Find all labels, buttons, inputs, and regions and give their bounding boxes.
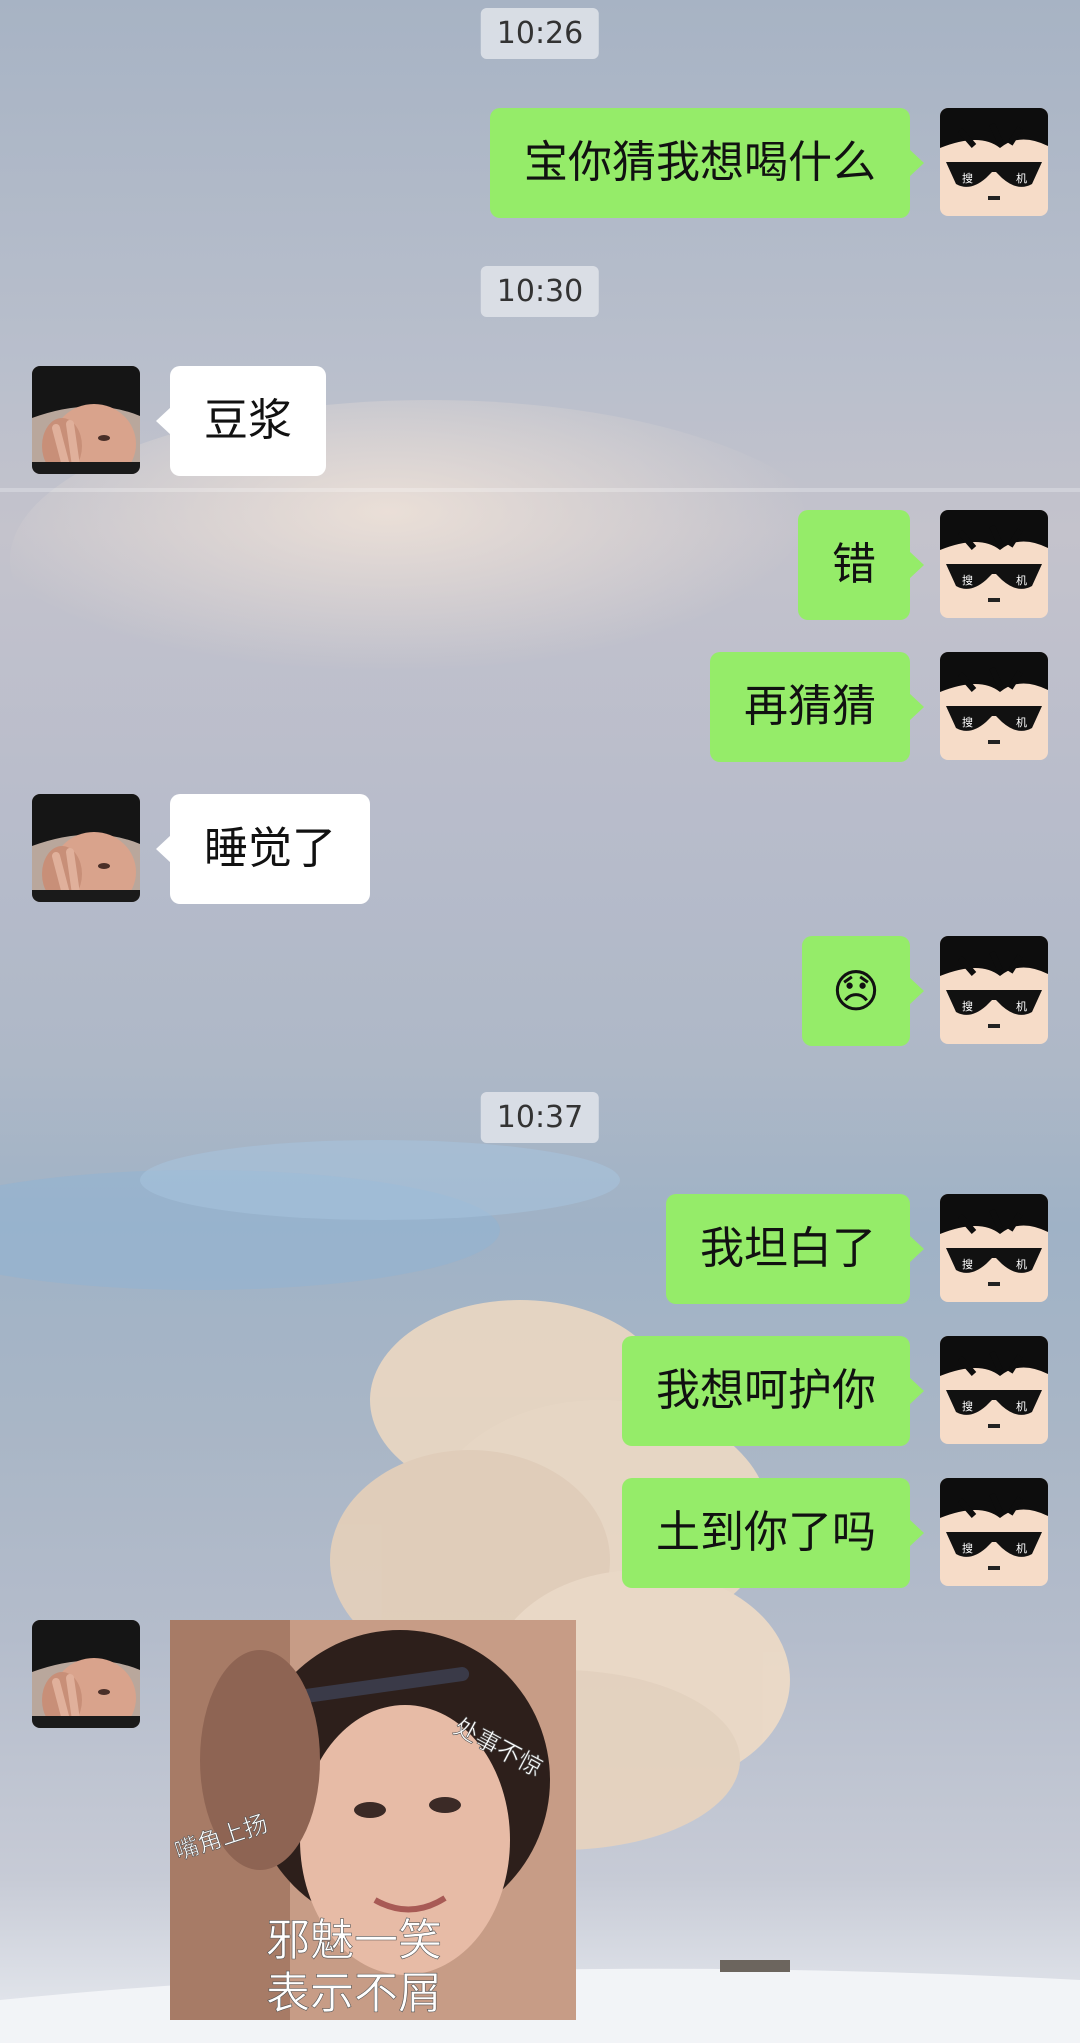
sent-message-bubble[interactable]: 我坦白了 (666, 1194, 924, 1304)
sent-message-bubble[interactable]: 再猜猜 (710, 652, 924, 762)
my-avatar[interactable] (940, 1336, 1048, 1444)
received-message-bubble[interactable]: 豆浆 (156, 366, 326, 476)
received-message-bubble[interactable]: 睡觉了 (156, 794, 370, 904)
my-avatar[interactable] (940, 652, 1048, 760)
sent-message-bubble[interactable]: 我想呵护你 (622, 1336, 924, 1446)
friend-avatar[interactable] (32, 366, 140, 474)
friend-avatar[interactable] (32, 1620, 140, 1728)
sent-message-bubble[interactable]: 错 (798, 510, 924, 620)
timestamp: 10:37 (480, 1092, 600, 1143)
sent-message-bubble[interactable]: 土到你了吗 (622, 1478, 924, 1588)
my-avatar[interactable] (940, 936, 1048, 1044)
my-avatar[interactable] (940, 1194, 1048, 1302)
sad-face-emoji: 😞 (832, 964, 880, 1018)
screenshot-seam (0, 488, 1080, 492)
sticker-caption-line2: 表示不屑 (266, 1968, 442, 2019)
my-avatar[interactable] (940, 1478, 1048, 1586)
my-avatar[interactable] (940, 108, 1048, 216)
sent-message-bubble[interactable]: 😞 (802, 936, 924, 1046)
sent-message-bubble[interactable]: 宝你猜我想喝什么 (490, 108, 924, 218)
my-avatar[interactable] (940, 510, 1048, 618)
timestamp: 10:26 (480, 8, 600, 59)
timestamp: 10:30 (480, 266, 600, 317)
meme-sticker-image[interactable]: 处事不惊 嘴角上扬 邪魅一笑 表示不屑 (170, 1620, 576, 2020)
friend-avatar[interactable] (32, 794, 140, 902)
sticker-caption-line1: 邪魅一笑 (266, 1915, 442, 1966)
